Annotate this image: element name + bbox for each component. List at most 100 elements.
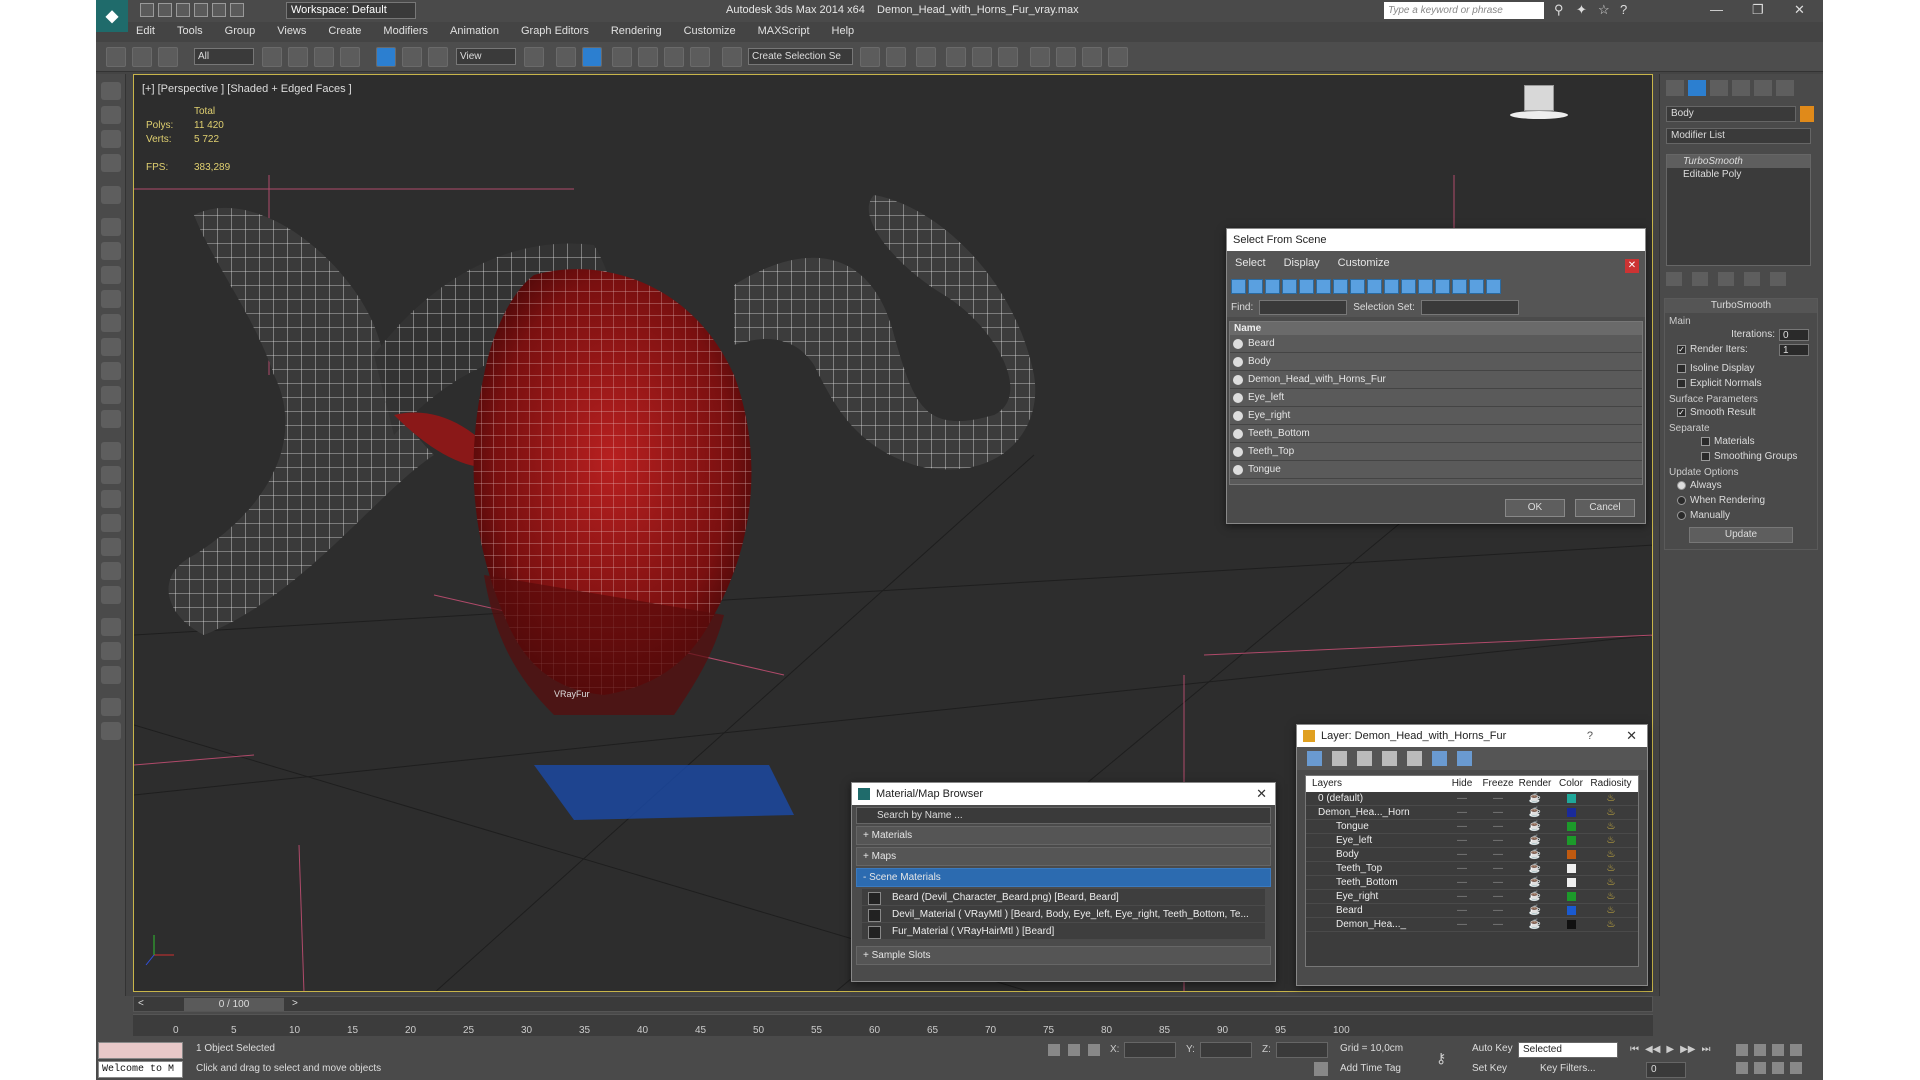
- menu-tools[interactable]: Tools: [177, 25, 203, 37]
- hide-all-icon[interactable]: [1432, 751, 1447, 766]
- selection-set-dropdown[interactable]: [1420, 300, 1519, 315]
- motion-tab-icon[interactable]: [1732, 80, 1750, 96]
- layer-color-swatch[interactable]: [1554, 834, 1588, 847]
- maps-section[interactable]: + Maps: [856, 847, 1271, 866]
- curve-editor-icon[interactable]: [972, 47, 992, 67]
- workspace-dropdown[interactable]: Workspace: Default: [286, 2, 416, 19]
- save-icon[interactable]: [176, 3, 190, 17]
- helpers-icon[interactable]: [101, 186, 121, 204]
- menu-graph-editors[interactable]: Graph Editors: [521, 25, 589, 37]
- render-teapot-icon[interactable]: ☕: [1516, 862, 1554, 875]
- hide-toggle[interactable]: —: [1444, 918, 1480, 931]
- radiosity-icon[interactable]: ♨: [1588, 834, 1634, 847]
- track-bar[interactable]: 0 5 10 15 20 25 30 35 40 45 50 55 60 65 70 75 80 85 90 95 10…: [133, 1014, 1653, 1036]
- display-groups-icon[interactable]: [1333, 279, 1348, 294]
- hide-toggle[interactable]: —: [1444, 820, 1480, 833]
- menu-animation[interactable]: Animation: [450, 25, 499, 37]
- hide-toggle[interactable]: —: [1444, 890, 1480, 903]
- hide-toggle[interactable]: —: [1444, 834, 1480, 847]
- box-icon[interactable]: [101, 290, 121, 308]
- menu-views[interactable]: Views: [277, 25, 306, 37]
- hide-toggle[interactable]: —: [1444, 848, 1480, 861]
- globe-icon[interactable]: [101, 514, 121, 532]
- display-invert-icon[interactable]: [1469, 279, 1484, 294]
- separate-materials-checkbox[interactable]: [1701, 437, 1710, 446]
- layer-color-swatch[interactable]: [1554, 918, 1588, 931]
- radiosity-icon[interactable]: ♨: [1588, 876, 1634, 889]
- info-icon[interactable]: [101, 722, 121, 740]
- hide-toggle[interactable]: —: [1444, 876, 1480, 889]
- display-space-warps-icon[interactable]: [1316, 279, 1331, 294]
- vray-icon[interactable]: [101, 666, 121, 684]
- time-slider-track[interactable]: < 0 / 100 >: [133, 996, 1653, 1012]
- radiosity-icon[interactable]: ♨: [1588, 820, 1634, 833]
- layer-name[interactable]: Teeth_Bottom: [1306, 876, 1444, 889]
- go-to-start-icon[interactable]: ⏮: [1630, 1044, 1639, 1055]
- close-icon[interactable]: ✕: [1625, 259, 1639, 273]
- display-all-icon[interactable]: [1435, 279, 1450, 294]
- display-hidden-icon[interactable]: [1418, 279, 1433, 294]
- rectangular-selection-icon[interactable]: [314, 47, 334, 67]
- y-coordinate-field[interactable]: [1200, 1042, 1252, 1058]
- zoom-extents-icon[interactable]: [1772, 1044, 1784, 1056]
- list-item[interactable]: Tongue: [1230, 461, 1642, 479]
- reference-coordinate-dropdown[interactable]: View: [456, 48, 516, 65]
- sun-icon[interactable]: [101, 386, 121, 404]
- menu-help[interactable]: Help: [832, 25, 855, 37]
- layer-row[interactable]: Body — — ☕ ♨: [1306, 848, 1638, 862]
- select-in-layer-icon[interactable]: [1382, 751, 1397, 766]
- freeze-toggle[interactable]: —: [1480, 890, 1516, 903]
- render-iters-checkbox[interactable]: ✓: [1677, 345, 1686, 354]
- app-logo-icon[interactable]: ◆: [96, 0, 128, 32]
- freeze-toggle[interactable]: —: [1480, 806, 1516, 819]
- select-object-icon[interactable]: [262, 47, 282, 67]
- hair-fur-icon[interactable]: [101, 562, 121, 580]
- update-always-radio[interactable]: [1677, 481, 1686, 490]
- layer-name[interactable]: Tongue: [1306, 820, 1444, 833]
- rendered-frame-window-icon[interactable]: [1082, 47, 1102, 67]
- explicit-normals-checkbox[interactable]: [1677, 379, 1686, 388]
- render-teapot-icon[interactable]: ☕: [1516, 848, 1554, 861]
- systems-icon[interactable]: [101, 242, 121, 260]
- layer-name[interactable]: Eye_left: [1306, 834, 1444, 847]
- layer-name[interactable]: Demon_Hea..._Horn: [1306, 806, 1444, 819]
- search-input[interactable]: Type a keyword or phrase: [1384, 2, 1544, 19]
- favorites-icon[interactable]: ☆: [1598, 2, 1610, 18]
- layer-row[interactable]: Beard — — ☕ ♨: [1306, 904, 1638, 918]
- layer-row[interactable]: Teeth_Bottom — — ☕ ♨: [1306, 876, 1638, 890]
- material-editor-icon[interactable]: [1030, 47, 1050, 67]
- show-end-result-icon[interactable]: [1692, 272, 1708, 286]
- create-layer-icon[interactable]: [1307, 751, 1322, 766]
- community-icon[interactable]: ✦: [1576, 2, 1587, 18]
- redo-icon[interactable]: [212, 3, 226, 17]
- display-geometry-icon[interactable]: [1231, 279, 1246, 294]
- render-teapot-icon[interactable]: ☕: [1516, 918, 1554, 931]
- world-icon[interactable]: [101, 618, 121, 636]
- display-lights-icon[interactable]: [1265, 279, 1280, 294]
- display-xrefs-icon[interactable]: [1350, 279, 1365, 294]
- layer-manager-icon[interactable]: [916, 47, 936, 67]
- name-column-header[interactable]: Name: [1230, 322, 1642, 335]
- render-production-icon[interactable]: [1108, 47, 1128, 67]
- hide-toggle[interactable]: —: [1444, 904, 1480, 917]
- menu-rendering[interactable]: Rendering: [611, 25, 662, 37]
- zoom-extents-all-icon[interactable]: [1790, 1044, 1802, 1056]
- hide-toggle[interactable]: —: [1444, 862, 1480, 875]
- object-name-field[interactable]: Body: [1666, 106, 1796, 122]
- set-key-button[interactable]: Set Key: [1468, 1062, 1516, 1078]
- remove-modifier-icon[interactable]: [1744, 272, 1760, 286]
- menu-customize[interactable]: Customize: [684, 25, 736, 37]
- hierarchy-tab-icon[interactable]: [1710, 80, 1728, 96]
- key-mode-dropdown[interactable]: Selected: [1518, 1042, 1618, 1058]
- layer-name[interactable]: Beard: [1306, 904, 1444, 917]
- sample-slots-section[interactable]: + Sample Slots: [856, 946, 1271, 965]
- display-none-icon[interactable]: [1452, 279, 1467, 294]
- effects-icon[interactable]: [101, 586, 121, 604]
- list-item[interactable]: Teeth_Top: [1230, 443, 1642, 461]
- select-by-name-icon[interactable]: [288, 47, 308, 67]
- layer-color-swatch[interactable]: [1554, 862, 1588, 875]
- stack-item-editable-poly[interactable]: Editable Poly: [1667, 168, 1810, 181]
- auto-key-button[interactable]: Auto Key: [1468, 1042, 1516, 1058]
- radiosity-icon[interactable]: ♨: [1588, 806, 1634, 819]
- cone-icon[interactable]: [101, 362, 121, 380]
